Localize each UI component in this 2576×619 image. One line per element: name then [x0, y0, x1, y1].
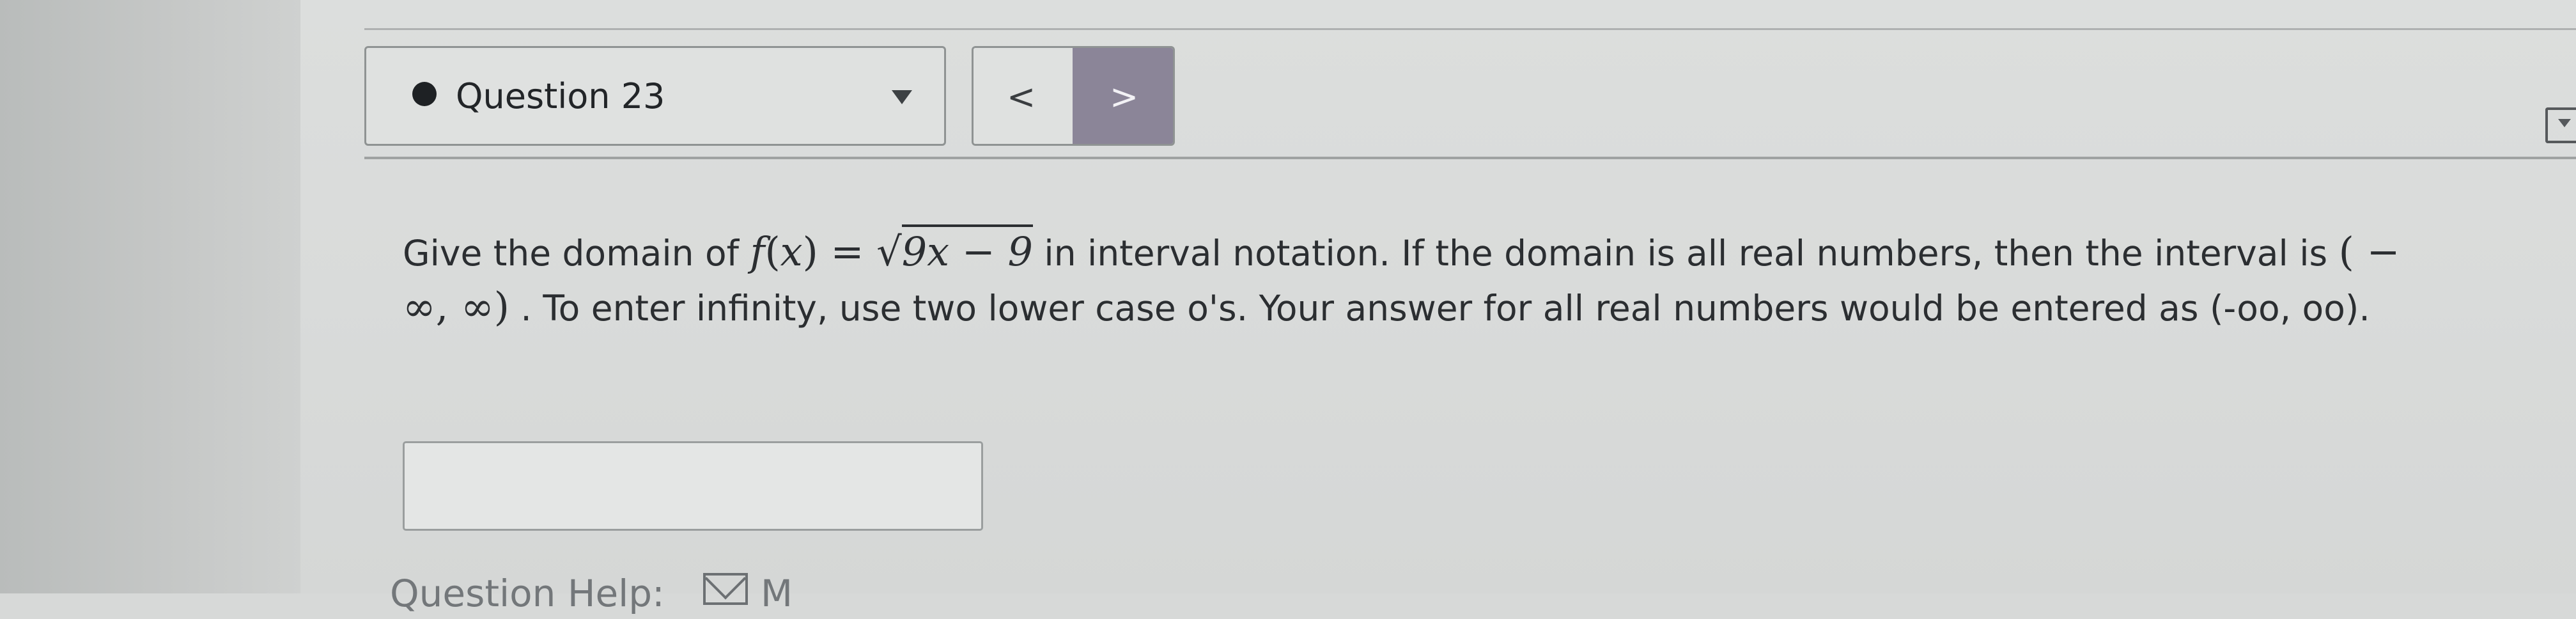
next-question-button[interactable]: > — [1073, 48, 1173, 144]
question-prompt: Give the domain of f(x) = √9x − 9 in int… — [403, 224, 2448, 335]
question-nav-group: < > — [972, 46, 1175, 146]
chevron-left-icon: < — [1007, 77, 1036, 117]
previous-question-button[interactable]: < — [974, 48, 1073, 144]
question-help-label: Question Help: — [390, 572, 665, 615]
nav-divider — [364, 157, 2576, 159]
left-margin — [0, 0, 300, 593]
answer-input[interactable] — [403, 441, 983, 531]
help-message-link[interactable]: M — [761, 568, 793, 619]
math-paren-close: ) — [802, 228, 818, 275]
math-variable: x — [780, 228, 803, 275]
math-paren-open: ( — [764, 228, 780, 275]
sqrt-sign: √ — [876, 228, 902, 275]
math-function-name: f — [750, 228, 765, 275]
question-number-label: Question 23 — [456, 76, 665, 116]
mail-icon[interactable] — [703, 573, 748, 605]
question-selector-dropdown[interactable]: Question 23 — [364, 46, 946, 146]
answered-status-dot-icon — [412, 82, 437, 106]
prompt-text-1: Give the domain of — [403, 233, 750, 274]
prompt-text-3: . To enter infinity, use two lower case … — [509, 288, 2370, 329]
math-equals: = — [818, 228, 877, 275]
top-divider — [364, 28, 2576, 30]
chevron-right-icon: > — [1110, 77, 1139, 117]
sqrt-expression: 9x − 9 — [901, 224, 1033, 275]
collapse-icon[interactable] — [2545, 107, 2576, 143]
dropdown-arrow-icon[interactable] — [892, 90, 912, 104]
prompt-text-2: in interval notation. If the domain is a… — [1032, 233, 2339, 274]
